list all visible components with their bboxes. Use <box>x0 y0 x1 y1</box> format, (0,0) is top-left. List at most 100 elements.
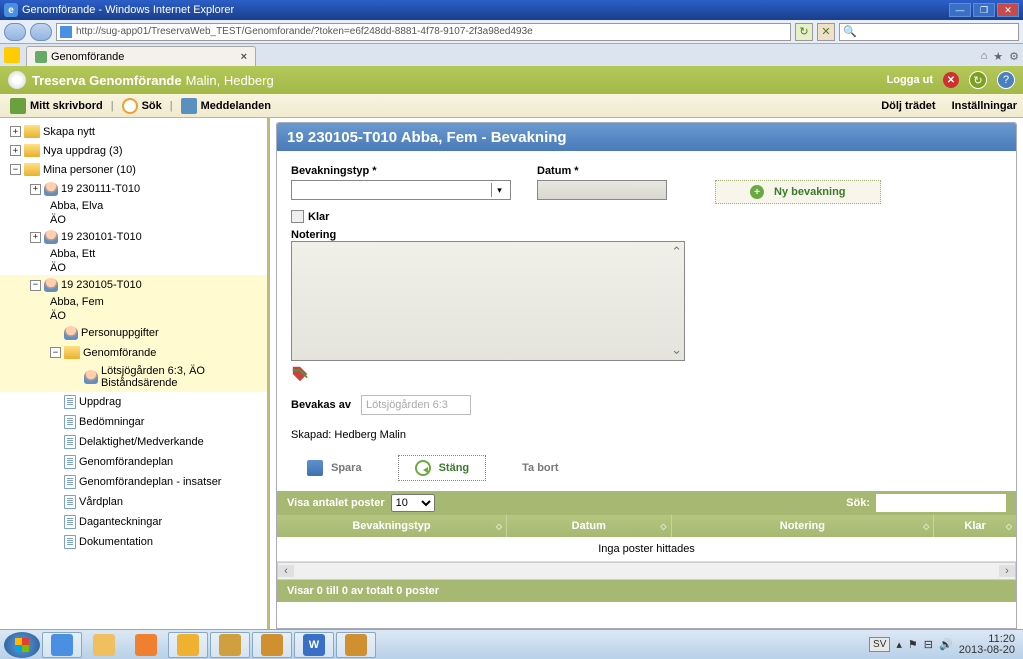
toolbar-hide-tree[interactable]: Dölj trädet <box>881 100 935 112</box>
page-size-select[interactable]: 10 <box>391 494 435 512</box>
tree-vardplan[interactable]: Vårdplan <box>0 492 267 512</box>
tree-panel[interactable]: + Skapa nytt + Nya uppdrag (3) − Mina pe… <box>0 118 270 629</box>
maximize-button[interactable]: ❐ <box>973 3 995 17</box>
folder-app-icon <box>93 634 115 656</box>
tree-label: 19 230101-T010 <box>61 231 142 243</box>
taskbar-ie[interactable] <box>42 632 82 658</box>
tray-icon[interactable]: ⊟ <box>924 638 933 651</box>
tabort-button[interactable]: Ta bort <box>506 458 574 478</box>
tag-icon[interactable] <box>291 365 309 383</box>
taskbar-app8[interactable] <box>336 632 376 658</box>
search-icon <box>122 98 138 114</box>
taskbar-app5[interactable] <box>210 632 250 658</box>
grid-sok-input[interactable] <box>876 494 1006 512</box>
col-klar[interactable]: Klar◇ <box>934 515 1016 537</box>
expander-icon[interactable]: + <box>30 232 41 243</box>
url-input[interactable] <box>76 26 787 37</box>
stop-button[interactable]: ✕ <box>817 23 835 41</box>
tab-close-icon[interactable]: × <box>241 51 247 63</box>
tree-label: Personuppgifter <box>81 327 159 339</box>
logout-icon[interactable]: ✕ <box>943 72 959 88</box>
favorites-icon[interactable] <box>4 47 20 63</box>
browser-tab[interactable]: Genomförande × <box>26 46 256 66</box>
expander-icon[interactable]: − <box>10 164 21 175</box>
home-icon[interactable]: ⌂ <box>981 50 988 63</box>
window-close-button[interactable]: ✕ <box>997 3 1019 17</box>
back-button[interactable] <box>4 23 26 41</box>
separator: | <box>170 100 173 112</box>
browser-search[interactable]: 🔍 <box>839 23 1019 41</box>
expander-icon[interactable]: + <box>30 184 41 195</box>
scroll-right-icon[interactable]: › <box>999 565 1015 577</box>
expander-icon[interactable]: − <box>30 280 41 291</box>
grid-hscroll[interactable]: ‹ › <box>277 562 1016 580</box>
separator: | <box>111 100 114 112</box>
volume-icon[interactable]: 🔊 <box>939 638 953 651</box>
tree-genomforandeplan[interactable]: Genomförandeplan <box>0 452 267 472</box>
ny-bevakning-button[interactable]: + Ny bevakning <box>715 180 881 204</box>
clock[interactable]: 11:20 2013-08-20 <box>959 634 1019 656</box>
tree-sub-genomforande[interactable]: Lötsjögården 6:3, ÄO Biståndsärende <box>0 362 267 392</box>
taskbar-explorer[interactable] <box>84 632 124 658</box>
tools-icon[interactable]: ⚙ <box>1009 50 1019 63</box>
col-notering[interactable]: Notering◇ <box>672 515 935 537</box>
tree-label: Skapa nytt <box>43 126 95 138</box>
tree-label: Lötsjögården 6:3, ÄO Biståndsärende <box>101 365 241 389</box>
taskbar-app6[interactable] <box>252 632 292 658</box>
chevron-down-icon: ▾ <box>491 183 507 197</box>
datum-input[interactable] <box>537 180 667 200</box>
refresh-header-button[interactable]: ↻ <box>969 71 987 89</box>
toolbar-settings[interactable]: Inställningar <box>952 100 1017 112</box>
toolbar-search[interactable]: Sök <box>118 98 166 114</box>
tree-genomforande[interactable]: − Genomförande <box>0 343 267 362</box>
app-header: Treserva Genomförande Malin, Hedberg Log… <box>0 66 1023 94</box>
feeds-icon[interactable]: ★ <box>993 50 1003 63</box>
flag-icon[interactable]: ⚑ <box>908 638 918 651</box>
tree-skapa-nytt[interactable]: + Skapa nytt <box>0 122 267 141</box>
scroll-left-icon[interactable]: ‹ <box>278 565 294 577</box>
col-datum[interactable]: Datum◇ <box>507 515 672 537</box>
sort-icon: ◇ <box>923 522 929 531</box>
expander-icon[interactable]: − <box>50 347 61 358</box>
tray-up-icon[interactable]: ▴ <box>896 638 902 651</box>
taskbar-media[interactable] <box>126 632 166 658</box>
language-indicator[interactable]: SV <box>869 637 890 652</box>
toolbar-desktop[interactable]: Mitt skrivbord <box>6 98 107 114</box>
tree-uppdrag[interactable]: Uppdrag <box>0 392 267 412</box>
tree-personuppgifter[interactable]: Personuppgifter <box>0 323 267 343</box>
toolbar-messages[interactable]: Meddelanden <box>177 98 275 114</box>
tree-person-1[interactable]: + 19 230111-T010 <box>0 179 267 199</box>
tree-dokumentation[interactable]: Dokumentation <box>0 532 267 552</box>
bevakningstyp-select[interactable]: ▾ <box>291 180 511 200</box>
start-button[interactable] <box>4 632 40 658</box>
expander-icon[interactable]: + <box>10 145 21 156</box>
tree-nya-uppdrag[interactable]: + Nya uppdrag (3) <box>0 141 267 160</box>
forward-button[interactable] <box>30 23 52 41</box>
notering-textarea[interactable]: ⌃ ⌄ <box>291 241 685 361</box>
klar-checkbox[interactable] <box>291 210 304 223</box>
url-field-wrap[interactable] <box>56 23 791 41</box>
tree-bedomningar[interactable]: Bedömningar <box>0 412 267 432</box>
minimize-button[interactable]: — <box>949 3 971 17</box>
logout-label[interactable]: Logga ut <box>887 74 933 86</box>
tree-daganteckningar[interactable]: Daganteckningar <box>0 512 267 532</box>
col-bevakningstyp[interactable]: Bevakningstyp◇ <box>277 515 507 537</box>
doc-icon <box>64 435 76 449</box>
scroll-up-icon[interactable]: ⌃ <box>671 244 682 260</box>
taskbar-word[interactable]: W <box>294 632 334 658</box>
tree-delaktighet[interactable]: Delaktighet/Medverkande <box>0 432 267 452</box>
spara-button[interactable]: Spara <box>291 456 378 480</box>
tree-mina-personer[interactable]: − Mina personer (10) <box>0 160 267 179</box>
scroll-down-icon[interactable]: ⌄ <box>671 342 682 358</box>
stang-label: Stäng <box>439 462 470 474</box>
tree-genomforandeplan-insatser[interactable]: Genomförandeplan - insatser <box>0 472 267 492</box>
tree-label: Genomförande <box>83 347 156 359</box>
taskbar-outlook[interactable] <box>168 632 208 658</box>
ie-icon: e <box>4 3 18 17</box>
tree-person-2[interactable]: + 19 230101-T010 <box>0 227 267 247</box>
go-refresh-button[interactable]: ↻ <box>795 23 813 41</box>
help-button[interactable]: ? <box>997 71 1015 89</box>
tree-person-3[interactable]: − 19 230105-T010 <box>0 275 267 295</box>
expander-icon[interactable]: + <box>10 126 21 137</box>
stang-button[interactable]: Stäng <box>398 455 487 481</box>
